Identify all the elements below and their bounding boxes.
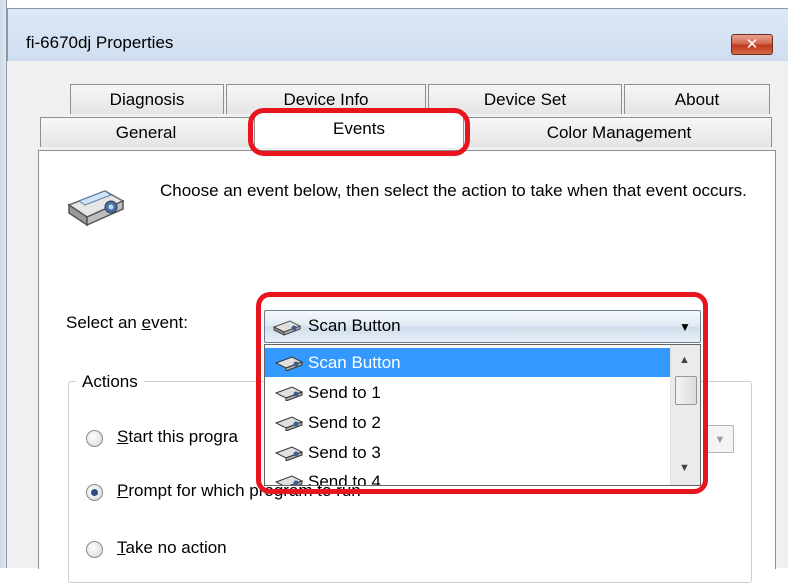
window-title: fi-6670dj Properties — [26, 33, 174, 52]
tab-general[interactable]: General — [40, 117, 252, 147]
chevron-down-icon: ▼ — [714, 434, 726, 446]
event-select-highlight — [256, 292, 708, 494]
actions-group-title: Actions — [76, 372, 144, 392]
close-icon: ✕ — [745, 36, 759, 53]
tab-label: About — [674, 90, 720, 109]
start-program-radio[interactable] — [86, 430, 103, 447]
select-event-label: Select an event: — [66, 313, 188, 332]
close-button[interactable]: ✕ — [731, 34, 773, 55]
events-tab-highlight — [248, 108, 470, 156]
tab-label: Color Management — [546, 123, 692, 142]
title-bar: fi-6670dj Properties ✕ — [7, 8, 788, 61]
no-action-radio[interactable] — [86, 541, 103, 558]
tab-color-management[interactable]: Color Management — [466, 117, 772, 147]
tab-label: Device Set — [483, 90, 567, 109]
scanner-icon — [67, 190, 125, 227]
prompt-program-radio[interactable] — [86, 484, 103, 501]
tab-label: General — [115, 123, 177, 142]
tab-about[interactable]: About — [624, 84, 770, 114]
tab-label: Diagnosis — [109, 90, 185, 109]
events-description: Choose an event below, then select the a… — [160, 181, 747, 200]
no-action-label[interactable]: Take no action — [117, 538, 227, 558]
program-dropdown[interactable]: ▼ — [706, 425, 734, 453]
tab-diagnosis[interactable]: Diagnosis — [70, 84, 224, 114]
tab-label: Device Info — [283, 90, 369, 109]
background-window-edge — [0, 0, 7, 568]
start-program-label[interactable]: Start this progra — [117, 427, 238, 447]
